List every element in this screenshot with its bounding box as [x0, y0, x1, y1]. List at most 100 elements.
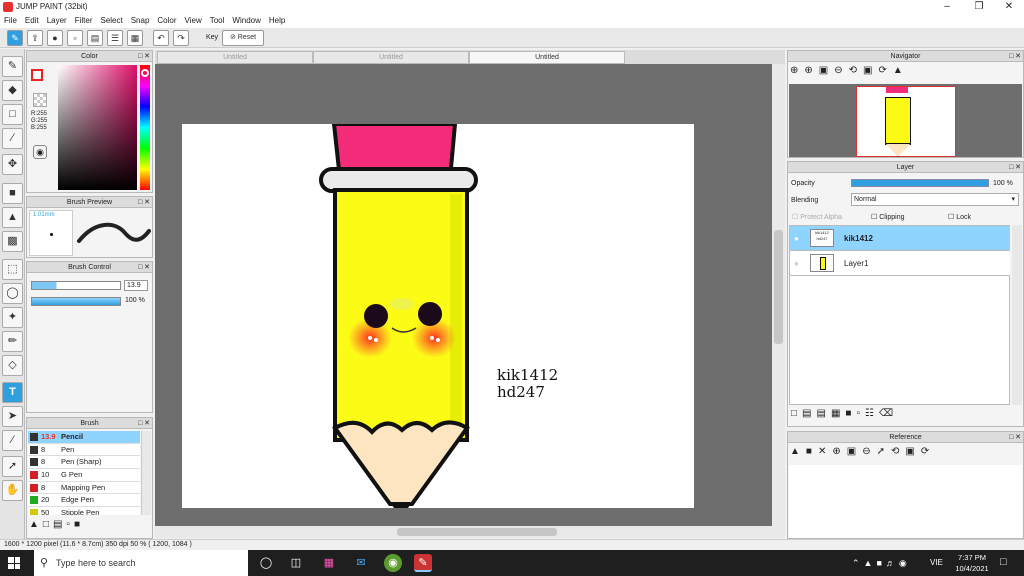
- bucket-tool-icon[interactable]: ▲: [2, 207, 23, 228]
- undo-icon[interactable]: ↶: [153, 30, 169, 46]
- brush-tree-icon[interactable]: ▲: [29, 519, 43, 530]
- flip-icon[interactable]: ▲: [893, 65, 909, 76]
- fit-icon[interactable]: ▣: [819, 65, 834, 76]
- share-icon[interactable]: ⇪: [27, 30, 43, 46]
- store-icon[interactable]: ▦: [320, 554, 338, 572]
- close-icon[interactable]: ✕: [994, 0, 1024, 14]
- chrome-icon[interactable]: ◉: [384, 554, 402, 572]
- layer-row-layer1[interactable]: ● Layer1: [790, 251, 1010, 276]
- notification-icon[interactable]: □: [1000, 556, 1007, 568]
- clipping-checkbox[interactable]: ☐ Clipping: [871, 213, 905, 221]
- canvas-text-line-2[interactable]: hd247: [497, 383, 545, 401]
- layer-opacity-slider[interactable]: [851, 179, 989, 187]
- windows-start-icon[interactable]: [8, 557, 20, 569]
- brush-list-item[interactable]: 10 G Pen: [28, 469, 140, 482]
- ref-rotate-left-icon[interactable]: ⟲: [891, 446, 905, 457]
- ref-dropper-icon[interactable]: ➚: [877, 446, 891, 457]
- rect-tool-icon[interactable]: □: [2, 104, 23, 125]
- panel-close-icon[interactable]: □ ✕: [138, 198, 150, 207]
- redo-icon[interactable]: ↷: [173, 30, 189, 46]
- hue-slider[interactable]: [140, 65, 150, 190]
- rotate-left-icon[interactable]: ⟲: [849, 65, 863, 76]
- panel-close-icon[interactable]: □ ✕: [1009, 433, 1021, 442]
- ref-reset-icon[interactable]: ▣: [905, 446, 920, 457]
- select-pen-icon[interactable]: ✏: [2, 331, 23, 352]
- dropper-icon[interactable]: ⁄: [2, 430, 23, 451]
- menu-color[interactable]: Color: [153, 14, 180, 27]
- ref-open-icon[interactable]: ■: [806, 446, 818, 457]
- canvas-text-line-1[interactable]: kik1412: [497, 366, 558, 384]
- language-indicator[interactable]: VIE: [930, 558, 943, 567]
- palette-icon[interactable]: ◉: [33, 145, 47, 159]
- brush-list-item[interactable]: 20 Edge Pen: [28, 494, 140, 508]
- horizontal-scroll-thumb[interactable]: [397, 528, 557, 536]
- eyedropper-icon[interactable]: ➚: [2, 456, 23, 477]
- rotate-right-icon[interactable]: ⟳: [878, 65, 892, 76]
- doc-tab-3[interactable]: Untitled: [469, 51, 625, 64]
- layer-row-kik1412[interactable]: ● kik1412 hd247 kik1412: [790, 226, 1010, 251]
- ref-zoom-in-icon[interactable]: ⊕: [832, 446, 846, 457]
- brush-size-value[interactable]: 13.9: [124, 280, 148, 291]
- reference-view[interactable]: [789, 465, 1022, 538]
- visibility-icon[interactable]: ●: [794, 259, 799, 268]
- volume-icon[interactable]: ♬: [886, 558, 899, 568]
- menu-layer[interactable]: Layer: [43, 14, 71, 27]
- main-color-swatch[interactable]: [31, 69, 43, 81]
- new-layer-8bit-icon[interactable]: ▤: [802, 408, 816, 419]
- move-tool-icon[interactable]: ✥: [2, 154, 23, 175]
- doc-tab-2[interactable]: Untitled: [313, 51, 469, 64]
- mail-icon[interactable]: ✉: [352, 554, 370, 572]
- operation-tool-icon[interactable]: ➤: [2, 406, 23, 427]
- delete-layer-icon[interactable]: ⌫: [879, 408, 898, 419]
- new-layer-icon[interactable]: □: [791, 408, 802, 419]
- vertical-scrollbar[interactable]: [772, 64, 785, 526]
- zoom-in-2-icon[interactable]: ⊕: [804, 65, 818, 76]
- brush-page-icon[interactable]: ▫: [66, 519, 74, 530]
- menu-edit[interactable]: Edit: [21, 14, 43, 27]
- hand-tool-icon[interactable]: ✋: [2, 480, 23, 501]
- network-icon[interactable]: ▲: [864, 558, 877, 568]
- panel-close-icon[interactable]: □ ✕: [138, 52, 150, 61]
- panel-close-icon[interactable]: □ ✕: [138, 419, 150, 428]
- brush-list-item[interactable]: 50 Stipple Pen: [28, 507, 140, 515]
- navigator-thumbnail[interactable]: [856, 86, 956, 157]
- protect-alpha-checkbox[interactable]: ☐ Protect Alpha: [792, 213, 842, 221]
- page-icon[interactable]: ▤: [87, 30, 103, 46]
- brush-tool-icon[interactable]: ✎: [2, 56, 23, 77]
- ref-fit-icon[interactable]: ▣: [847, 446, 862, 457]
- new-halftone-icon[interactable]: ▦: [831, 408, 845, 419]
- fill-rect-tool-icon[interactable]: ■: [2, 183, 23, 204]
- brush-list-scrollbar[interactable]: [141, 431, 151, 515]
- ref-close-icon[interactable]: ✕: [818, 446, 832, 457]
- brush-copy-icon[interactable]: ▤: [53, 519, 66, 530]
- restore-icon[interactable]: ❐: [964, 0, 994, 14]
- grid-icon[interactable]: ▦: [127, 30, 143, 46]
- transparent-swatch[interactable]: [33, 93, 47, 107]
- vertical-scroll-thumb[interactable]: [774, 230, 783, 344]
- tray-chevron-icon[interactable]: ⌃: [852, 558, 864, 568]
- brush-folder-icon[interactable]: ■: [74, 519, 84, 530]
- reset-button[interactable]: ⊘ Reset: [222, 30, 264, 46]
- chat-icon[interactable]: ▫: [67, 30, 83, 46]
- zoom-in-icon[interactable]: ⊕: [790, 65, 804, 76]
- magic-wand-icon[interactable]: ✦: [2, 307, 23, 328]
- blending-select[interactable]: Normal ▾: [851, 193, 1019, 206]
- list-icon[interactable]: ☰: [107, 30, 123, 46]
- drawing-canvas[interactable]: kik1412 hd247: [182, 124, 694, 508]
- copy-layer-icon[interactable]: ▫: [856, 408, 865, 419]
- jumppaint-taskbar-icon[interactable]: ✎: [414, 554, 432, 572]
- ref-zoom-out-icon[interactable]: ⊖: [862, 446, 876, 457]
- brush-opacity-slider[interactable]: [31, 297, 121, 306]
- ref-home-icon[interactable]: ▲: [790, 446, 806, 457]
- clock[interactable]: 7:37 PM 10/4/2021: [952, 552, 992, 574]
- hue-handle[interactable]: [141, 69, 149, 77]
- text-tool-icon[interactable]: T: [2, 382, 23, 403]
- horizontal-scrollbar[interactable]: [155, 526, 785, 538]
- brush-size-slider[interactable]: [31, 281, 121, 290]
- lasso-icon[interactable]: ◯: [2, 283, 23, 304]
- gradient-tool-icon[interactable]: ▩: [2, 231, 23, 252]
- menu-select[interactable]: Select: [96, 14, 126, 27]
- doc-tab-1[interactable]: Untitled: [157, 51, 313, 64]
- lock-checkbox[interactable]: ☐ Lock: [948, 213, 971, 221]
- menu-window[interactable]: Window: [228, 14, 264, 27]
